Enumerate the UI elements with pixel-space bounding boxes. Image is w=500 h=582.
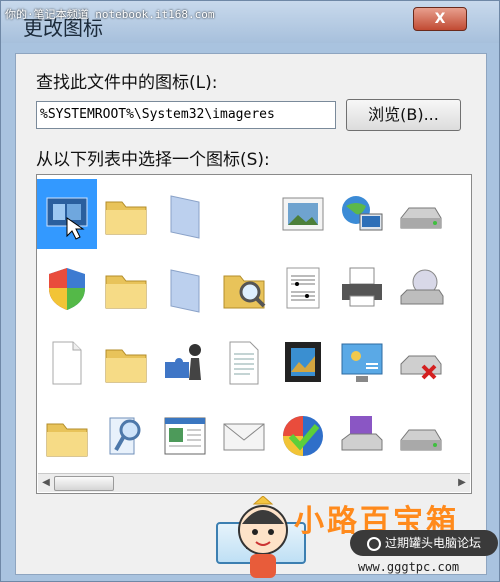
icon-option[interactable]: [214, 327, 274, 397]
checkmark-icon: [283, 416, 323, 456]
icon-option[interactable]: [96, 401, 156, 471]
close-button[interactable]: X: [413, 7, 467, 31]
icon-option[interactable]: [332, 179, 392, 249]
icon-option[interactable]: [273, 179, 333, 249]
icon-option[interactable]: [96, 253, 156, 323]
text-document-icon: [229, 341, 259, 385]
icon-option[interactable]: [332, 401, 392, 471]
title-bar[interactable]: 更改图标 你的·笔记本频道 notebook.it168.com X: [1, 1, 499, 43]
folder-search-icon: [223, 275, 266, 309]
icon-option[interactable]: [391, 253, 451, 323]
document-icon: [52, 341, 82, 385]
icon-option[interactable]: [214, 253, 274, 323]
icon-file-path-input[interactable]: %SYSTEMROOT%\System32\imageres: [36, 101, 336, 129]
icon-option[interactable]: [155, 179, 215, 249]
shield-icon: [49, 268, 85, 310]
icon-option[interactable]: [96, 327, 156, 397]
scroll-right-icon[interactable]: ▶: [455, 476, 469, 490]
find-icons-label: 查找此文件中的图标(L):: [36, 73, 218, 93]
icon-option[interactable]: [214, 401, 274, 471]
site-url: www.gggtpc.com: [358, 560, 460, 574]
icon-option[interactable]: [37, 327, 97, 397]
drive-icon: [400, 207, 442, 229]
icon-option[interactable]: [450, 401, 472, 471]
user-icon: [454, 410, 472, 462]
icon-option[interactable]: [96, 179, 156, 249]
folder-icon: [46, 423, 88, 457]
drive-icon: [400, 429, 442, 451]
mascot-icon: [238, 496, 288, 578]
icon-option[interactable]: [450, 179, 472, 249]
window-list-icon: [164, 417, 206, 455]
scroll-left-icon[interactable]: ◀: [39, 476, 53, 490]
icon-option[interactable]: [273, 253, 333, 323]
printer-icon: [342, 267, 382, 307]
icon-option[interactable]: [37, 401, 97, 471]
folder-icon: [105, 275, 147, 309]
icon-option[interactable]: [391, 401, 451, 471]
picture-frame-icon: [282, 197, 324, 231]
icon-option[interactable]: [450, 327, 472, 397]
folder-icon: [105, 201, 147, 235]
partial-drive-icon: [454, 336, 472, 388]
site-logo: 小路百宝箱 过期罐头电脑论坛 www.gggtpc.com: [232, 490, 500, 582]
icon-option[interactable]: [214, 179, 274, 249]
icon-option[interactable]: [37, 179, 97, 249]
monitor-window-icon: [46, 197, 88, 240]
icon-option[interactable]: [155, 401, 215, 471]
icon-option[interactable]: [391, 327, 451, 397]
icon-option[interactable]: [273, 401, 333, 471]
forum-logo-icon: [366, 536, 381, 551]
icon-option[interactable]: [332, 327, 392, 397]
chip-icon: [454, 262, 472, 314]
music-sheet-icon: [286, 267, 320, 309]
watermark-text: 你的·笔记本频道 notebook.it168.com: [5, 8, 215, 21]
empty-icon: [218, 188, 270, 240]
blank-folder-icon: [170, 269, 200, 313]
browse-button[interactable]: 浏览(B)...: [346, 99, 461, 131]
scrollbar-thumb[interactable]: [54, 476, 114, 491]
icon-option[interactable]: [391, 179, 451, 249]
icon-option[interactable]: [37, 253, 97, 323]
globe-computer-icon: [342, 196, 383, 231]
partial-drive-icon: [454, 188, 472, 240]
search-document-icon: [109, 417, 141, 455]
blank-folder-icon: [170, 195, 200, 239]
forum-badge: 过期罐头电脑论坛: [350, 530, 498, 556]
icon-list-label: 从以下列表中选择一个图标(S):: [36, 150, 270, 170]
film-icon: [285, 342, 321, 382]
icon-option[interactable]: [155, 253, 215, 323]
icon-option[interactable]: [273, 327, 333, 397]
forum-text: 过期罐头电脑论坛: [384, 536, 481, 550]
puzzle-chess-icon: [165, 344, 201, 380]
floppy-drive-icon: [341, 416, 383, 451]
icon-option[interactable]: [155, 327, 215, 397]
envelope-icon: [223, 423, 265, 451]
icon-list[interactable]: ◀ ▶: [36, 174, 472, 494]
icon-option[interactable]: [450, 253, 472, 323]
control-panel-icon: [341, 343, 383, 382]
cd-drive-icon: [400, 269, 444, 305]
icon-option[interactable]: [332, 253, 392, 323]
folder-icon: [105, 349, 147, 383]
drive-x-icon: [400, 355, 442, 380]
